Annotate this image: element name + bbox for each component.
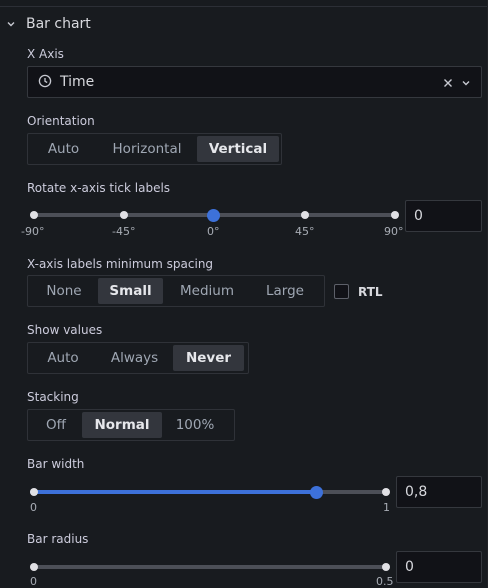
tick-label: -45° xyxy=(112,225,136,238)
show-values-radio-group: Auto Always Never xyxy=(27,342,249,374)
stacking-radio-group: Off Normal 100% xyxy=(27,409,235,441)
show-values-option-never[interactable]: Never xyxy=(173,345,244,371)
orientation-label: Orientation xyxy=(27,114,95,128)
show-values-option-auto[interactable]: Auto xyxy=(30,345,96,371)
slider-track xyxy=(30,565,388,569)
section-title: Bar chart xyxy=(26,16,91,32)
slider-mark xyxy=(382,488,390,496)
x-axis-select[interactable]: Time xyxy=(27,66,482,98)
slider-mark xyxy=(382,563,390,571)
clock-icon xyxy=(38,73,52,92)
bar-radius-min: 0 xyxy=(30,575,37,588)
orientation-radio-group: Auto Horizontal Vertical xyxy=(27,133,282,165)
stacking-option-100[interactable]: 100% xyxy=(162,412,228,438)
stacking-label: Stacking xyxy=(27,390,79,404)
chevron-down-icon[interactable] xyxy=(461,73,471,92)
stacking-option-off[interactable]: Off xyxy=(30,412,82,438)
bar-radius-slider[interactable] xyxy=(30,555,392,579)
x-axis-value: Time xyxy=(60,74,95,90)
slider-mark xyxy=(391,211,399,219)
orientation-option-vertical[interactable]: Vertical xyxy=(197,136,279,162)
orientation-option-auto[interactable]: Auto xyxy=(30,136,97,162)
bar-width-label: Bar width xyxy=(27,457,85,471)
min-spacing-option-medium[interactable]: Medium xyxy=(163,278,251,304)
chevron-down-icon xyxy=(6,19,16,29)
clear-icon[interactable] xyxy=(443,73,453,92)
bar-width-min: 0 xyxy=(30,501,37,514)
show-values-label: Show values xyxy=(27,323,103,337)
x-axis-label: X Axis xyxy=(27,47,64,61)
bar-radius-max: 0.5 xyxy=(376,575,394,588)
bar-width-max: 1 xyxy=(383,501,390,514)
slider-mark xyxy=(301,211,309,219)
slider-thumb[interactable] xyxy=(310,486,323,499)
rotate-ticks-label: Rotate x-axis tick labels xyxy=(27,181,171,195)
slider-mark xyxy=(120,211,128,219)
rtl-checkbox[interactable] xyxy=(334,284,349,299)
show-values-option-always[interactable]: Always xyxy=(96,345,173,371)
min-spacing-option-small[interactable]: Small xyxy=(98,278,163,304)
stacking-option-normal[interactable]: Normal xyxy=(82,412,162,438)
tick-label: 90° xyxy=(384,225,404,238)
slider-thumb[interactable] xyxy=(207,209,220,222)
bar-chart-section-toggle[interactable]: Bar chart xyxy=(6,14,91,34)
top-divider xyxy=(0,6,488,7)
tick-label: 0° xyxy=(207,225,220,238)
slider-mark xyxy=(30,211,38,219)
slider-thumb[interactable] xyxy=(30,563,38,571)
min-spacing-radio-group: None Small Medium Large xyxy=(27,275,325,307)
rotate-ticks-slider[interactable] xyxy=(30,203,402,227)
rotate-ticks-input[interactable]: 0 xyxy=(405,200,482,232)
min-spacing-option-large[interactable]: Large xyxy=(251,278,319,304)
min-spacing-option-none[interactable]: None xyxy=(30,278,98,304)
rtl-label: RTL xyxy=(358,285,383,299)
bar-width-slider[interactable] xyxy=(30,480,392,504)
bar-radius-input[interactable]: 0 xyxy=(396,551,482,583)
bar-radius-label: Bar radius xyxy=(27,532,89,546)
min-spacing-label: X-axis labels minimum spacing xyxy=(27,257,214,271)
slider-fill xyxy=(30,490,316,494)
tick-label: -90° xyxy=(21,225,45,238)
tick-label: 45° xyxy=(295,225,315,238)
slider-mark xyxy=(30,488,38,496)
bar-width-input[interactable]: 0,8 xyxy=(396,476,482,508)
orientation-option-horizontal[interactable]: Horizontal xyxy=(97,136,197,162)
